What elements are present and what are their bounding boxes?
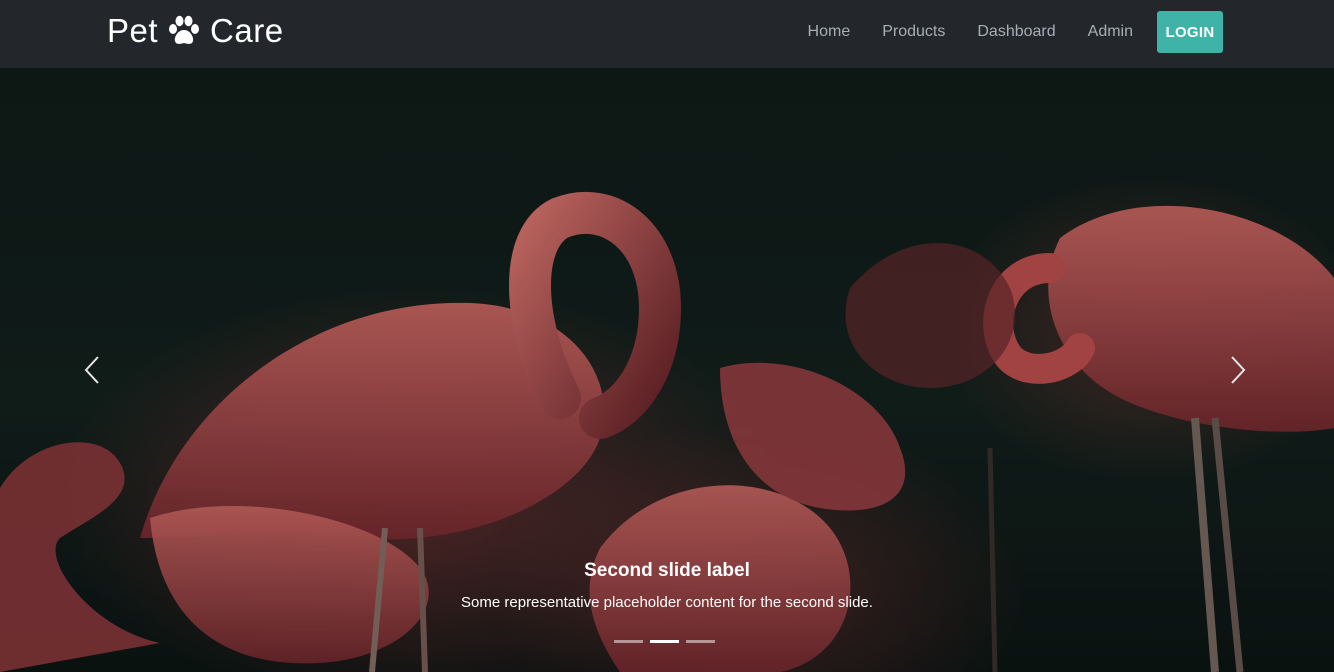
carousel-indicator-3[interactable] [686, 640, 715, 643]
chevron-left-icon [84, 356, 99, 384]
slide-caption-title: Second slide label [584, 560, 750, 581]
nav-link-home[interactable]: Home [792, 23, 867, 41]
nav-link-dashboard[interactable]: Dashboard [961, 23, 1071, 41]
brand-text-pet: Pet [107, 12, 159, 49]
carousel-indicator-2[interactable] [650, 640, 679, 643]
nav-link-admin[interactable]: Admin [1072, 23, 1149, 41]
brand-text-care: Care [210, 12, 284, 49]
carousel-next-button[interactable] [1218, 348, 1258, 392]
carousel-indicator-1[interactable] [614, 640, 643, 643]
carousel-indicators [614, 640, 715, 643]
paw-icon [169, 15, 200, 44]
nav-links: Home Products Dashboard Admin LOGIN [792, 11, 1223, 53]
hero-carousel: Second slide label Some representative p… [0, 68, 1334, 672]
navbar: Pet Care Home Products Dashboard Admin L… [0, 0, 1334, 68]
slide-caption-text: Some representative placeholder content … [461, 594, 873, 611]
chevron-right-icon [1231, 356, 1246, 384]
brand-logo[interactable]: Pet Care [107, 10, 284, 52]
nav-link-products[interactable]: Products [866, 23, 961, 41]
login-button[interactable]: LOGIN [1157, 11, 1223, 53]
carousel-prev-button[interactable] [72, 348, 112, 392]
